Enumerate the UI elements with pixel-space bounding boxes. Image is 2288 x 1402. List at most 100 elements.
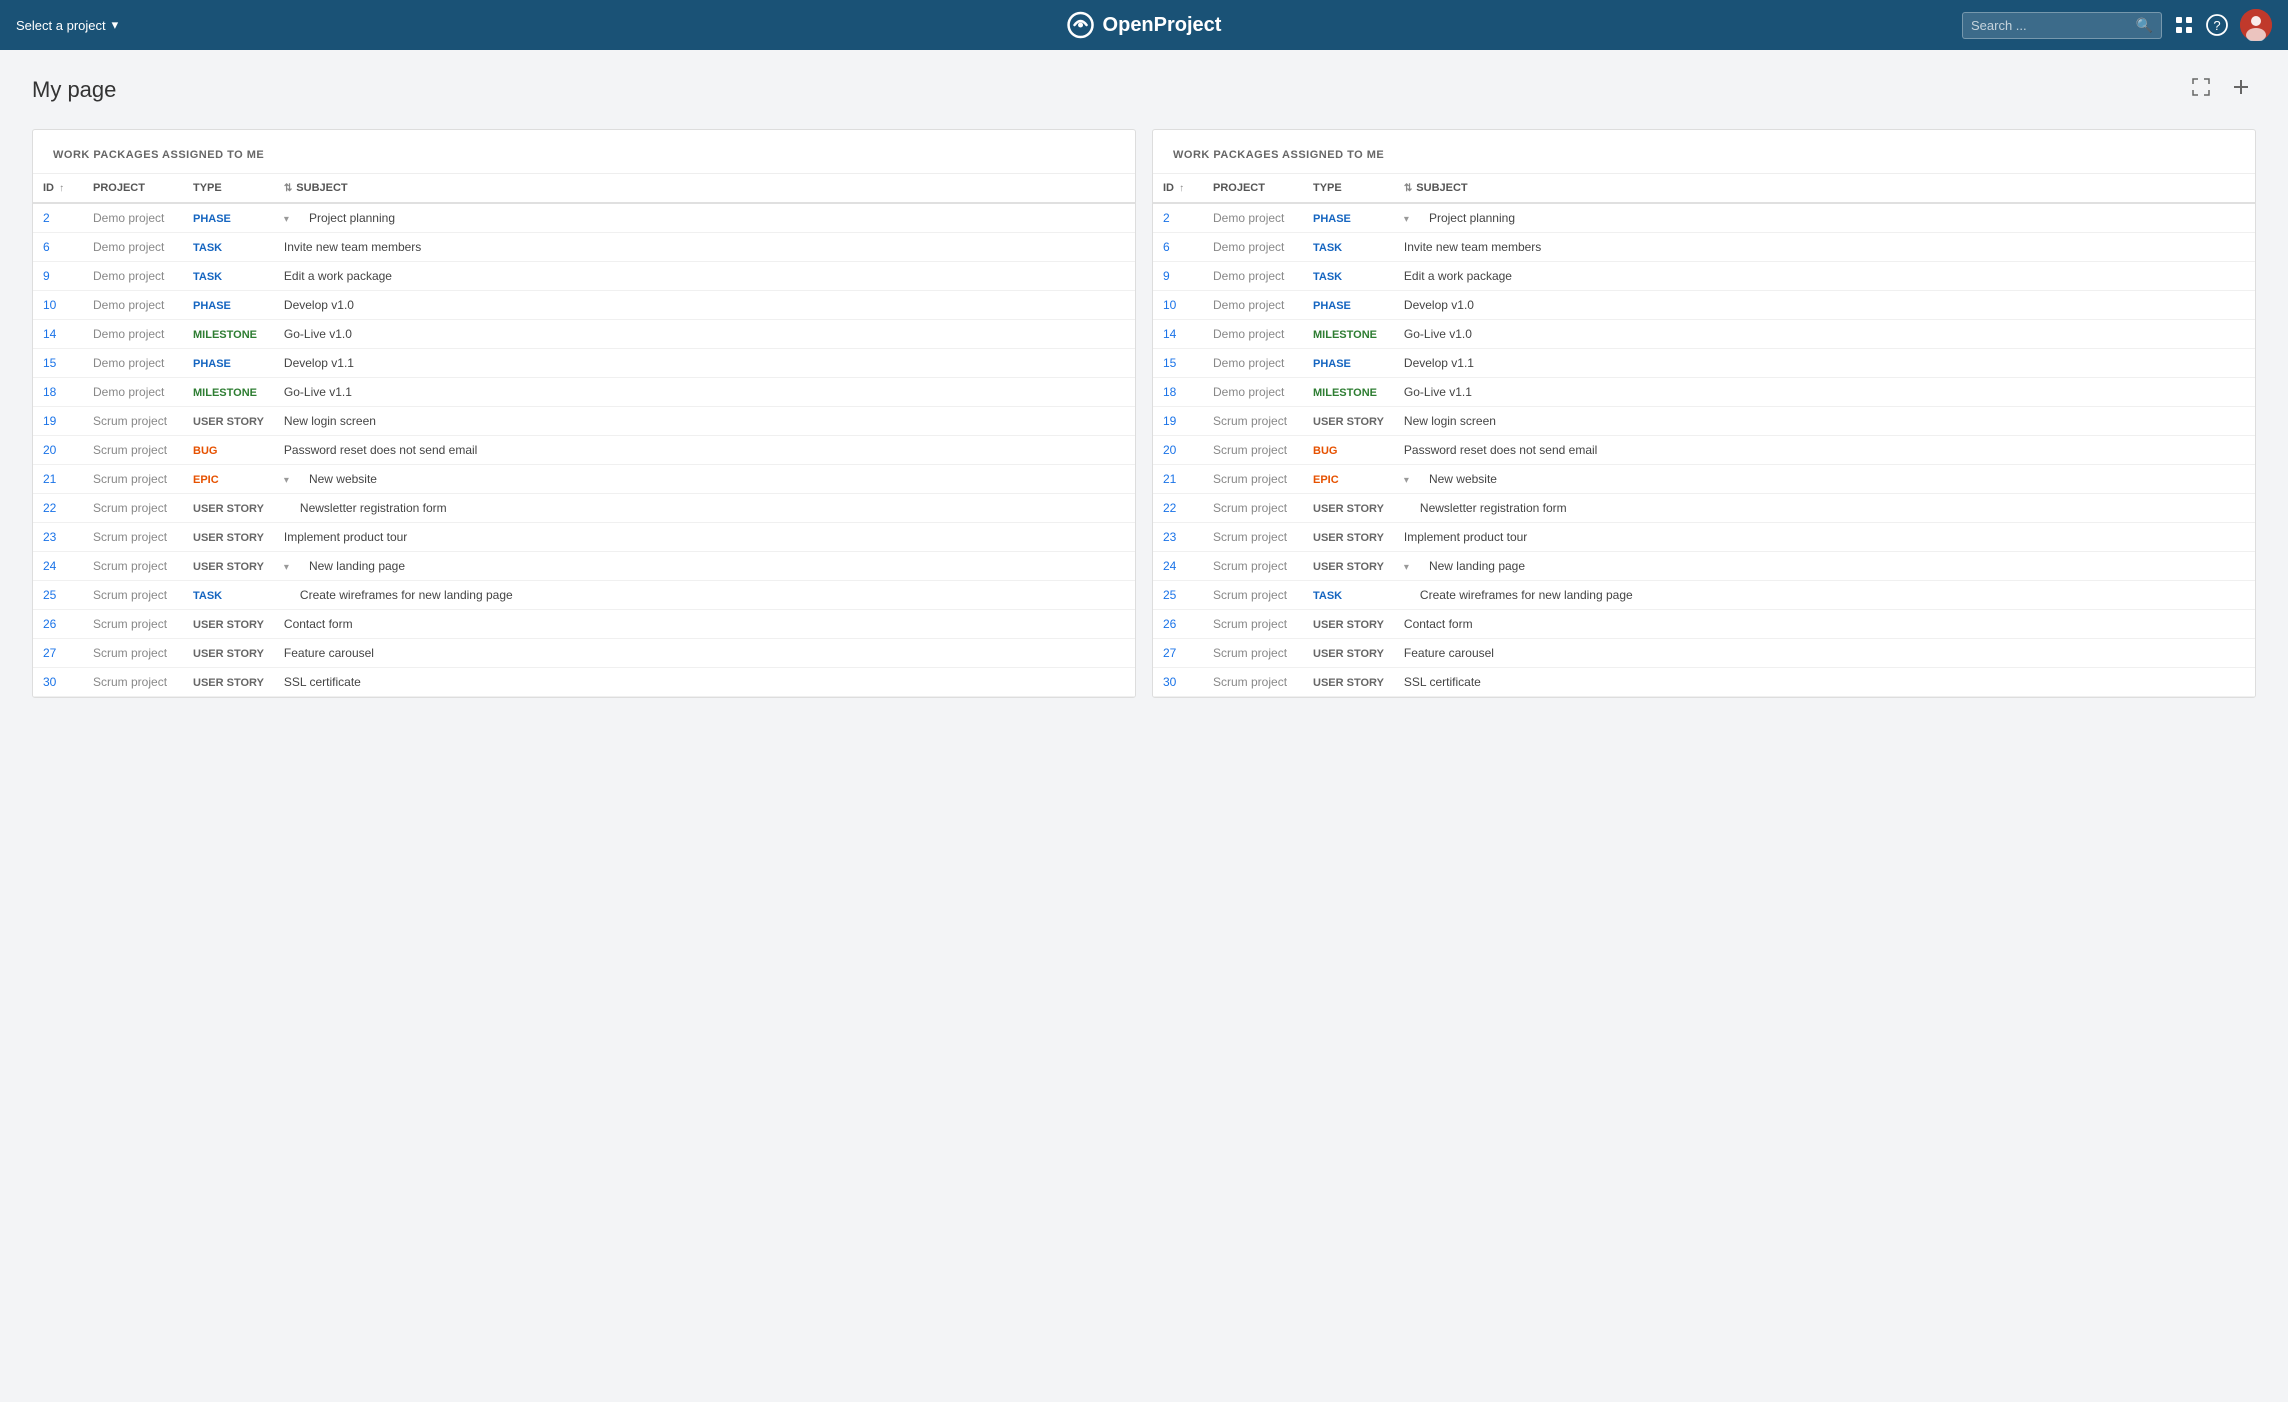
chevron-icon[interactable]: ▾ bbox=[1404, 214, 1409, 225]
id-link[interactable]: 9 bbox=[1163, 269, 1170, 283]
id-link[interactable]: 23 bbox=[1163, 530, 1176, 544]
subject-cell: New login screen bbox=[274, 407, 1135, 436]
id-link[interactable]: 21 bbox=[1163, 472, 1176, 486]
project-name: Scrum project bbox=[1213, 675, 1287, 689]
panel-header: WORK PACKAGES ASSIGNED TO ME bbox=[1153, 130, 2255, 174]
id-link[interactable]: 15 bbox=[43, 356, 56, 370]
id-link[interactable]: 26 bbox=[43, 617, 56, 631]
work-package-id: 23 bbox=[1153, 523, 1203, 552]
id-link[interactable]: 10 bbox=[1163, 298, 1176, 312]
table-row: 21 Scrum project EPIC ▾New website bbox=[33, 465, 1135, 494]
header: Select a project ▾ OpenProject 🔍 bbox=[0, 0, 2288, 50]
id-link[interactable]: 18 bbox=[43, 385, 56, 399]
chevron-icon[interactable]: ▾ bbox=[1404, 562, 1409, 573]
th-subject[interactable]: ⇅SUBJECT bbox=[274, 174, 1135, 203]
type-cell: BUG bbox=[183, 436, 274, 465]
id-link[interactable]: 14 bbox=[1163, 327, 1176, 341]
project-cell: Scrum project bbox=[1203, 465, 1303, 494]
id-link[interactable]: 9 bbox=[43, 269, 50, 283]
th-project[interactable]: PROJECT bbox=[1203, 174, 1303, 203]
id-link[interactable]: 27 bbox=[1163, 646, 1176, 660]
table-row: 27 Scrum project USER STORY Feature caro… bbox=[1153, 639, 2255, 668]
id-link[interactable]: 30 bbox=[1163, 675, 1176, 689]
type-cell: PHASE bbox=[183, 349, 274, 378]
project-cell: Scrum project bbox=[1203, 552, 1303, 581]
chevron-icon[interactable]: ▾ bbox=[1404, 475, 1409, 486]
th-id[interactable]: ID ↑ bbox=[1153, 174, 1203, 203]
id-link[interactable]: 19 bbox=[1163, 414, 1176, 428]
work-package-id: 2 bbox=[1153, 203, 1203, 233]
id-link[interactable]: 26 bbox=[1163, 617, 1176, 631]
fullscreen-button[interactable] bbox=[2186, 74, 2216, 105]
th-type[interactable]: TYPE bbox=[183, 174, 274, 203]
project-name: Scrum project bbox=[93, 472, 167, 486]
id-link[interactable]: 19 bbox=[43, 414, 56, 428]
id-link[interactable]: 21 bbox=[43, 472, 56, 486]
add-widget-button[interactable] bbox=[2226, 74, 2256, 105]
help-icon[interactable]: ? bbox=[2206, 14, 2228, 36]
subject-text: Go-Live v1.0 bbox=[1404, 327, 1472, 341]
id-link[interactable]: 24 bbox=[43, 559, 56, 573]
subject-sort-icon: ⇅ bbox=[1404, 183, 1412, 194]
project-cell: Scrum project bbox=[83, 465, 183, 494]
subject-cell: Develop v1.0 bbox=[1394, 291, 2255, 320]
th-id[interactable]: ID ↑ bbox=[33, 174, 83, 203]
project-name: Demo project bbox=[93, 356, 164, 370]
th-subject[interactable]: ⇅SUBJECT bbox=[1394, 174, 2255, 203]
id-link[interactable]: 6 bbox=[1163, 240, 1170, 254]
subject-cell: Edit a work package bbox=[1394, 262, 2255, 291]
work-package-id: 19 bbox=[33, 407, 83, 436]
search-input[interactable] bbox=[1971, 18, 2130, 33]
avatar[interactable] bbox=[2240, 9, 2272, 41]
id-link[interactable]: 23 bbox=[43, 530, 56, 544]
logo-text: OpenProject bbox=[1103, 14, 1222, 37]
id-link[interactable]: 20 bbox=[43, 443, 56, 457]
th-type[interactable]: TYPE bbox=[1303, 174, 1394, 203]
project-cell: Demo project bbox=[83, 378, 183, 407]
subject-cell: Go-Live v1.1 bbox=[274, 378, 1135, 407]
id-link[interactable]: 25 bbox=[43, 588, 56, 602]
subject-text: Go-Live v1.0 bbox=[284, 327, 352, 341]
subject-text: New website bbox=[293, 472, 377, 486]
project-name: Scrum project bbox=[1213, 559, 1287, 573]
id-link[interactable]: 18 bbox=[1163, 385, 1176, 399]
project-cell: Demo project bbox=[83, 233, 183, 262]
logo-icon bbox=[1067, 11, 1095, 39]
id-link[interactable]: 25 bbox=[1163, 588, 1176, 602]
page-actions bbox=[2186, 74, 2256, 105]
id-link[interactable]: 6 bbox=[43, 240, 50, 254]
id-link[interactable]: 22 bbox=[43, 501, 56, 515]
subject-cell: Go-Live v1.0 bbox=[274, 320, 1135, 349]
type-badge: BUG bbox=[193, 445, 217, 457]
id-link[interactable]: 20 bbox=[1163, 443, 1176, 457]
type-badge: USER STORY bbox=[1313, 561, 1384, 573]
th-project[interactable]: PROJECT bbox=[83, 174, 183, 203]
project-name: Demo project bbox=[93, 298, 164, 312]
table-row: 26 Scrum project USER STORY Contact form bbox=[1153, 610, 2255, 639]
chevron-icon[interactable]: ▾ bbox=[284, 475, 289, 486]
id-link[interactable]: 10 bbox=[43, 298, 56, 312]
id-link[interactable]: 14 bbox=[43, 327, 56, 341]
chevron-icon[interactable]: ▾ bbox=[284, 562, 289, 573]
work-package-id: 9 bbox=[33, 262, 83, 291]
grid-icon[interactable] bbox=[2174, 15, 2194, 35]
id-link[interactable]: 27 bbox=[43, 646, 56, 660]
id-link[interactable]: 15 bbox=[1163, 356, 1176, 370]
select-project-dropdown[interactable]: Select a project ▾ bbox=[16, 17, 118, 33]
table-row: 2 Demo project PHASE ▾Project planning bbox=[33, 203, 1135, 233]
id-link[interactable]: 2 bbox=[43, 211, 50, 225]
project-name: Scrum project bbox=[1213, 472, 1287, 486]
search-box[interactable]: 🔍 bbox=[1962, 12, 2162, 39]
id-link[interactable]: 30 bbox=[43, 675, 56, 689]
id-link[interactable]: 2 bbox=[1163, 211, 1170, 225]
table-row: 25 Scrum project TASK Create wireframes … bbox=[33, 581, 1135, 610]
subject-cell: ▾New website bbox=[1394, 465, 2255, 494]
subject-cell: Invite new team members bbox=[274, 233, 1135, 262]
id-link[interactable]: 22 bbox=[1163, 501, 1176, 515]
subject-text: Create wireframes for new landing page bbox=[284, 588, 513, 602]
subject-text: New landing page bbox=[1413, 559, 1525, 573]
project-name: Demo project bbox=[1213, 211, 1284, 225]
id-link[interactable]: 24 bbox=[1163, 559, 1176, 573]
chevron-icon[interactable]: ▾ bbox=[284, 214, 289, 225]
work-package-id: 26 bbox=[33, 610, 83, 639]
